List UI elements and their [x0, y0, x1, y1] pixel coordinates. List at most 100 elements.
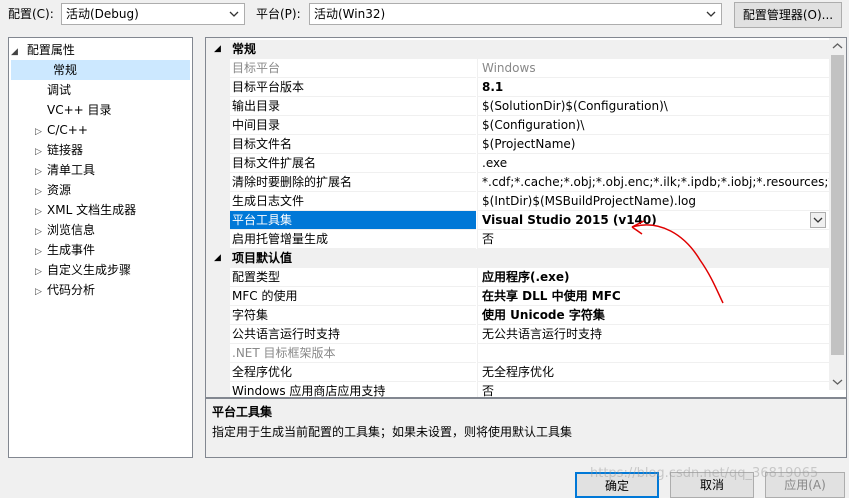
expand-icon[interactable]: ▷	[35, 122, 47, 142]
tree-item[interactable]: ▷ 链接器	[35, 140, 83, 160]
property-name: 启用托管增量生成	[230, 230, 476, 249]
property-tree[interactable]: ◢ 配置属性 常规 调试 VC++ 目录 ▷ C/C++ ▷ 链接器 ▷ 清单工具 ▷ 资源 ▷ XML…	[8, 37, 193, 458]
tree-item-label: 链接器	[47, 143, 84, 157]
property-name: 公共语言运行时支持	[230, 325, 476, 344]
tree-item-label: VC++ 目录	[47, 103, 112, 117]
property-row[interactable]: 公共语言运行时支持 无公共语言运行时支持	[206, 325, 830, 344]
property-value[interactable]: $(IntDir)$(MSBuildProjectName).log	[477, 192, 829, 211]
property-value[interactable]: 无全程序优化	[477, 363, 829, 382]
config-value: 活动(Debug)	[66, 7, 139, 21]
property-row[interactable]: 平台工具集 Visual Studio 2015 (v140)	[206, 211, 830, 230]
property-row[interactable]: Windows 应用商店应用支持否	[206, 382, 830, 397]
tree-item[interactable]: ▷ 资源	[35, 180, 71, 200]
category-header[interactable]: ◢ 常规	[206, 40, 830, 59]
vertical-scrollbar[interactable]	[829, 38, 846, 390]
tree-item-label: 常规	[53, 63, 78, 77]
property-row[interactable]: 生成日志文件 $(IntDir)$(MSBuildProjectName).log	[206, 192, 830, 211]
property-row[interactable]: 输出目录 $(SolutionDir)$(Configuration)\	[206, 97, 830, 116]
tree-item[interactable]: ▷ 浏览信息	[35, 220, 95, 240]
chevron-down-icon	[813, 217, 823, 223]
platform-label: 平台(P):	[256, 7, 301, 21]
scroll-up-icon[interactable]	[832, 42, 843, 50]
property-name: 清除时要删除的扩展名	[230, 173, 476, 192]
expand-icon[interactable]: ▷	[35, 162, 47, 182]
property-name: 输出目录	[230, 97, 476, 116]
tree-root-label: 配置属性	[26, 43, 75, 57]
tree-item[interactable]: ▷ XML 文档生成器	[35, 200, 136, 220]
collapse-icon[interactable]: ◢	[214, 249, 221, 267]
property-name: 全程序优化	[230, 363, 476, 382]
tree-item[interactable]: VC++ 目录	[47, 100, 112, 120]
property-row[interactable]: 目标平台版本 8.1	[206, 78, 830, 97]
property-name: 平台工具集	[230, 211, 476, 230]
expand-icon[interactable]: ▷	[35, 222, 47, 242]
annotation-arrow	[631, 220, 724, 304]
category-label: 项目默认值	[230, 249, 830, 268]
property-name: 配置类型	[230, 268, 476, 287]
category-header[interactable]: ◢ 项目默认值	[206, 249, 830, 268]
property-name: 生成日志文件	[230, 192, 476, 211]
expand-icon[interactable]: ▷	[35, 142, 47, 162]
property-row[interactable]: 全程序优化 无全程序优化	[206, 363, 830, 382]
tree-item[interactable]: 常规	[11, 60, 190, 80]
expand-icon[interactable]: ▷	[35, 202, 47, 222]
tree-item[interactable]: ▷ C/C++	[35, 120, 88, 140]
property-row[interactable]: 中间目录 $(Configuration)\	[206, 116, 830, 135]
tree-item[interactable]: ▷ 生成事件	[35, 240, 95, 260]
value-dropdown-button[interactable]	[810, 212, 826, 228]
property-row[interactable]: 目标平台 Windows	[206, 59, 830, 78]
property-value[interactable]: *.cdf;*.cache;*.obj;*.obj.enc;*.ilk;*.ip…	[477, 173, 829, 192]
scrollbar-thumb[interactable]	[831, 55, 844, 355]
collapse-icon[interactable]: ◢	[214, 40, 221, 58]
property-name: 目标平台	[230, 59, 476, 78]
tree-item[interactable]: ▷ 代码分析	[35, 280, 95, 300]
expand-icon[interactable]: ▷	[35, 182, 47, 202]
property-value[interactable]: Windows	[477, 59, 829, 78]
expand-icon[interactable]: ▷	[35, 242, 47, 262]
property-row[interactable]: 字符集 使用 Unicode 字符集	[206, 306, 830, 325]
tree-item[interactable]: 调试	[47, 80, 71, 100]
property-value[interactable]: $(Configuration)\	[477, 116, 829, 135]
property-value[interactable]: 否	[477, 382, 829, 397]
watermark: https://blog.csdn.net/qq_36819065	[590, 466, 819, 481]
property-name: 目标文件名	[230, 135, 476, 154]
property-name: 目标文件扩展名	[230, 154, 476, 173]
property-row[interactable]: 配置类型 应用程序(.exe)	[206, 268, 830, 287]
property-value[interactable]: $(ProjectName)	[477, 135, 829, 154]
tree-item-label: 代码分析	[47, 283, 96, 297]
property-grid[interactable]: ◢ 常规 目标平台 Windows 目标平台版本 8.1 输出目录 $(SolutionDir…	[205, 37, 847, 398]
platform-value: 活动(Win32)	[314, 7, 386, 21]
property-name: MFC 的使用	[230, 287, 476, 306]
property-value[interactable]	[477, 344, 829, 363]
property-value[interactable]: $(SolutionDir)$(Configuration)\	[477, 97, 829, 116]
property-row[interactable]: 目标文件名 $(ProjectName)	[206, 135, 830, 154]
property-row[interactable]: MFC 的使用 在共享 DLL 中使用 MFC	[206, 287, 830, 306]
expand-icon[interactable]: ▷	[35, 282, 47, 302]
property-row[interactable]: 目标文件扩展名 .exe	[206, 154, 830, 173]
config-dropdown[interactable]: 活动(Debug)	[61, 3, 245, 25]
tree-item[interactable]: ▷ 自定义生成步骤	[35, 260, 131, 280]
config-manager-button[interactable]: 配置管理器(O)...	[734, 2, 842, 28]
property-name: 中间目录	[230, 116, 476, 135]
tree-root[interactable]: ◢ 配置属性	[11, 40, 75, 60]
description-panel: 平台工具集 指定用于生成当前配置的工具集；如果未设置，则将使用默认工具集	[205, 398, 847, 458]
property-value[interactable]: 8.1	[477, 78, 829, 97]
property-value[interactable]: 无公共语言运行时支持	[477, 325, 829, 344]
collapse-icon[interactable]: ◢	[11, 42, 23, 62]
tree-item[interactable]: ▷ 清单工具	[35, 160, 95, 180]
property-name: Windows 应用商店应用支持	[230, 382, 476, 397]
property-row[interactable]: 清除时要删除的扩展名 *.cdf;*.cache;*.obj;*.obj.enc;…	[206, 173, 830, 192]
config-label: 配置(C):	[8, 7, 54, 21]
property-value[interactable]: .exe	[477, 154, 829, 173]
expand-icon[interactable]: ▷	[35, 262, 47, 282]
scroll-down-icon[interactable]	[832, 378, 843, 386]
chevron-down-icon	[706, 11, 716, 17]
platform-dropdown[interactable]: 活动(Win32)	[309, 3, 722, 25]
tree-item-label: 浏览信息	[47, 223, 96, 237]
tree-item-label: XML 文档生成器	[47, 203, 137, 217]
tree-item-label: C/C++	[47, 123, 88, 137]
tree-item-label: 生成事件	[47, 243, 96, 257]
property-name: .NET 目标框架版本	[230, 344, 476, 363]
property-row[interactable]: .NET 目标框架版本	[206, 344, 830, 363]
property-row[interactable]: 启用托管增量生成否	[206, 230, 830, 249]
